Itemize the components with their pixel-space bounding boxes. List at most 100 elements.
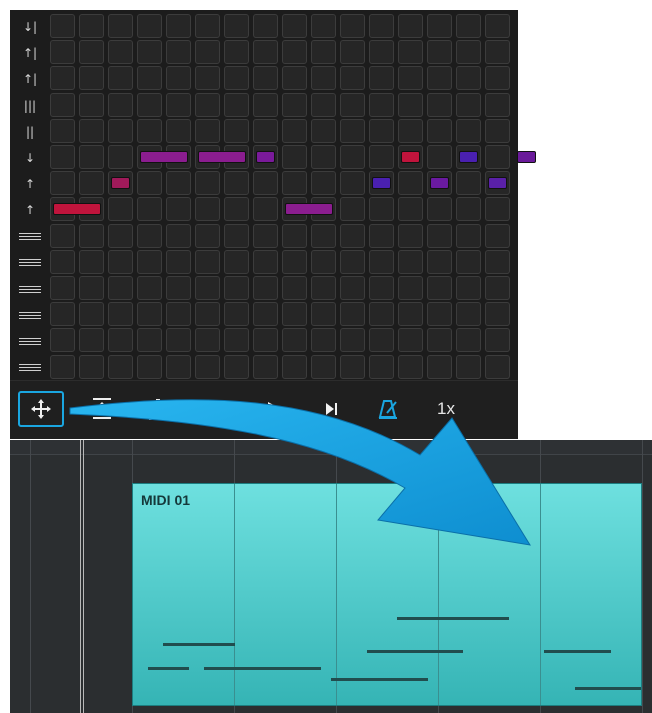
step-cell[interactable] [108, 197, 133, 222]
step-cell[interactable] [311, 354, 336, 379]
timeline-ruler[interactable] [10, 440, 652, 455]
step-cell[interactable] [137, 223, 162, 248]
step-cell[interactable] [224, 276, 249, 300]
step-cell[interactable] [340, 223, 365, 248]
step-cell[interactable] [79, 223, 104, 248]
midi-note[interactable] [331, 678, 428, 682]
step-cell[interactable] [398, 66, 423, 91]
step-cell[interactable] [253, 276, 278, 300]
skip-forward-button[interactable] [316, 391, 348, 427]
step-cell[interactable] [195, 14, 220, 38]
step-cell[interactable] [340, 197, 365, 222]
step-cell[interactable] [485, 118, 510, 143]
step-cell[interactable] [311, 92, 336, 117]
step-cell[interactable] [253, 14, 278, 38]
step-cell[interactable] [137, 118, 162, 143]
step-cell[interactable] [50, 14, 75, 38]
step-cell[interactable] [166, 354, 191, 379]
step-cell[interactable] [79, 328, 104, 353]
step-cell[interactable] [50, 354, 75, 379]
step-cell[interactable] [311, 66, 336, 91]
staff-lines-icon[interactable] [10, 276, 50, 302]
step-cell[interactable] [311, 302, 336, 327]
down-arrow-bar-icon[interactable]: ↓| [10, 14, 50, 40]
step-cell[interactable] [485, 276, 510, 300]
step-cell[interactable] [108, 92, 133, 117]
staff-lines-icon[interactable] [10, 355, 50, 381]
midi-note[interactable] [366, 649, 464, 653]
step-cell[interactable] [195, 40, 220, 65]
step-cell[interactable] [282, 354, 307, 379]
step-cell[interactable] [79, 92, 104, 117]
step-cell[interactable] [166, 223, 191, 248]
step-cell[interactable] [166, 302, 191, 327]
step-cell[interactable] [108, 14, 133, 38]
step-cell[interactable] [369, 302, 394, 327]
step-cell[interactable] [195, 66, 220, 91]
step-cell[interactable] [369, 328, 394, 353]
speed-button[interactable]: 1x [428, 391, 464, 427]
step-cell[interactable] [224, 118, 249, 143]
step-cell[interactable] [456, 302, 481, 327]
step-cell[interactable] [224, 14, 249, 38]
step-cell[interactable] [485, 40, 510, 65]
step-cell[interactable] [456, 40, 481, 65]
step-cell[interactable] [253, 328, 278, 353]
step-cell[interactable] [340, 302, 365, 327]
step-cell[interactable] [137, 302, 162, 327]
step-cell[interactable] [369, 118, 394, 143]
step-cell[interactable] [108, 276, 133, 300]
step-cell[interactable] [195, 328, 220, 353]
step-cell[interactable] [224, 197, 249, 222]
step-cell[interactable] [282, 118, 307, 143]
step-cell[interactable] [137, 328, 162, 353]
step-cell[interactable] [485, 66, 510, 91]
step-cell[interactable] [456, 276, 481, 300]
step-cell[interactable] [50, 223, 75, 248]
step-cell[interactable] [369, 223, 394, 248]
step-cell[interactable] [340, 249, 365, 274]
step-cell[interactable] [195, 197, 220, 222]
step-cell[interactable] [456, 223, 481, 248]
step-cell[interactable] [311, 145, 336, 169]
step-cell[interactable] [311, 249, 336, 274]
step-cell[interactable] [79, 118, 104, 143]
step-cell[interactable] [369, 92, 394, 117]
step-note[interactable] [517, 151, 536, 163]
step-cell[interactable] [108, 328, 133, 353]
step-cell[interactable] [253, 171, 278, 196]
step-note[interactable] [285, 203, 333, 216]
step-cell[interactable] [137, 92, 162, 117]
staff-lines-icon[interactable] [10, 224, 50, 250]
step-cell[interactable] [224, 328, 249, 353]
step-cell[interactable] [79, 14, 104, 38]
staff-lines-icon[interactable] [10, 328, 50, 354]
step-cell[interactable] [340, 118, 365, 143]
step-cell[interactable] [166, 276, 191, 300]
step-cell[interactable] [253, 249, 278, 274]
track-separator[interactable] [80, 440, 84, 713]
step-cell[interactable] [282, 40, 307, 65]
step-cell[interactable] [282, 276, 307, 300]
step-cell[interactable] [253, 66, 278, 91]
up-arrow-bar-icon[interactable]: ↑| [10, 40, 50, 66]
step-cell[interactable] [166, 40, 191, 65]
step-cell[interactable] [166, 92, 191, 117]
step-cell[interactable] [166, 197, 191, 222]
step-cell[interactable] [224, 354, 249, 379]
midi-note[interactable] [397, 616, 509, 620]
step-cell[interactable] [137, 197, 162, 222]
step-note[interactable] [53, 203, 101, 216]
step-cell[interactable] [79, 66, 104, 91]
step-cell[interactable] [253, 302, 278, 327]
step-cell[interactable] [108, 302, 133, 327]
step-cell[interactable] [137, 40, 162, 65]
step-cell[interactable] [224, 92, 249, 117]
step-cell[interactable] [456, 249, 481, 274]
step-cell[interactable] [108, 354, 133, 379]
step-cell[interactable] [427, 40, 452, 65]
step-cell[interactable] [427, 14, 452, 38]
step-cell[interactable] [398, 223, 423, 248]
step-cell[interactable] [166, 118, 191, 143]
step-cell[interactable] [398, 92, 423, 117]
